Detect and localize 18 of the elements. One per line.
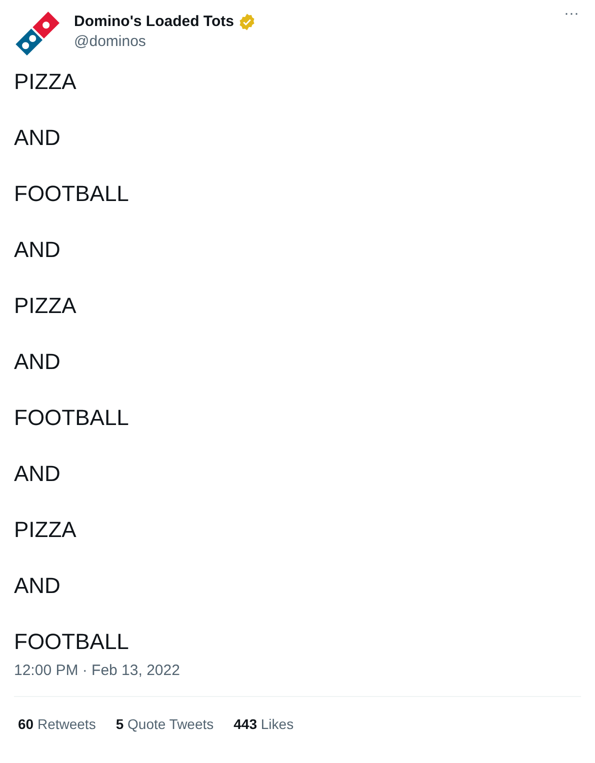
author-name[interactable]: Domino's Loaded Tots xyxy=(74,12,234,32)
tweet-text-line: AND xyxy=(14,460,62,488)
tweet-timestamp[interactable]: 12:00 PM · Feb 13, 2022 xyxy=(14,661,581,681)
stat-link[interactable]: 5 Quote Tweets xyxy=(116,714,214,735)
tweet-text-line: AND xyxy=(14,572,62,600)
tweet-text-line: AND xyxy=(14,348,62,376)
tweet-text-line: FOOTBALL xyxy=(14,628,130,656)
tweet-text-line: PIZZA xyxy=(14,516,78,544)
tweet-text-line: AND xyxy=(14,124,62,152)
tweet-text-line: AND xyxy=(14,236,62,264)
more-button[interactable]: ··· xyxy=(562,6,581,22)
author-handle[interactable]: @dominos xyxy=(74,32,256,52)
tweet-text-line: PIZZA xyxy=(14,68,78,96)
tweet-text-line: FOOTBALL xyxy=(14,180,130,208)
tweet-text-line: FOOTBALL xyxy=(14,404,130,432)
stat-link[interactable]: 60 Retweets xyxy=(18,714,96,735)
stat-link[interactable]: 443 Likes xyxy=(234,714,294,735)
tweet-text-line: PIZZA xyxy=(14,292,78,320)
